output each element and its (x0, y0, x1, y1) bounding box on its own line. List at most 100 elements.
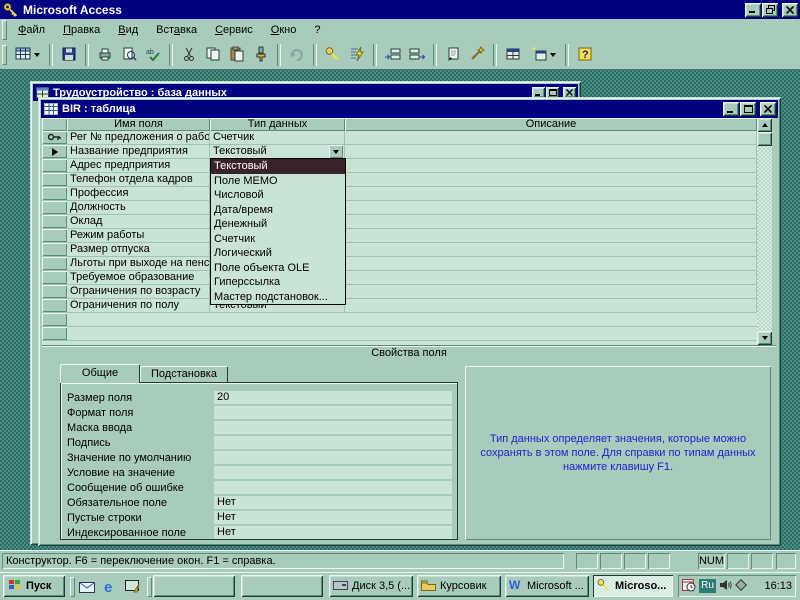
data-type-option[interactable]: Текстовый (211, 159, 345, 174)
field-description-cell[interactable] (345, 229, 757, 242)
property-allow-zero-length[interactable]: Нет (214, 511, 452, 524)
tray-status-icon[interactable] (735, 579, 747, 594)
database-window-button[interactable] (501, 43, 525, 67)
column-header-type[interactable]: Тип данных (210, 118, 345, 131)
field-name-cell[interactable]: Оклад (67, 215, 210, 228)
menu-insert[interactable]: Вставка (147, 20, 206, 40)
scrollbar-thumb[interactable] (757, 132, 772, 146)
data-type-option[interactable]: Поле объекта OLE (211, 261, 345, 276)
field-description-cell[interactable] (345, 201, 757, 214)
vertical-scrollbar[interactable] (757, 118, 772, 345)
table-minimize-button[interactable] (723, 102, 739, 116)
property-caption[interactable] (214, 436, 452, 449)
row-selector-primary-key[interactable] (42, 131, 67, 144)
field-name-cell[interactable]: Название предприятия (67, 145, 210, 158)
scroll-up-button[interactable] (757, 118, 772, 132)
toolbar-grip[interactable] (2, 45, 7, 65)
row-selector[interactable] (42, 229, 67, 242)
field-description-cell[interactable] (345, 285, 757, 298)
field-description-cell[interactable] (345, 131, 757, 144)
app-titlebar[interactable]: Microsoft Access (0, 0, 800, 19)
data-type-dropdown-button[interactable] (329, 145, 343, 158)
field-type-cell[interactable]: Счетчик (210, 131, 345, 144)
row-selector-empty[interactable] (42, 313, 67, 326)
property-default-value[interactable] (214, 451, 452, 464)
taskbar-button-access-active[interactable]: Microso... (593, 575, 673, 597)
property-format[interactable] (214, 406, 452, 419)
cut-button[interactable] (177, 43, 201, 67)
row-selector[interactable] (42, 173, 67, 186)
field-name-cell[interactable]: Рег № предложения о работе (67, 131, 210, 144)
data-type-option[interactable]: Числовой (211, 188, 345, 203)
data-type-option[interactable]: Поле MEMO (211, 174, 345, 189)
field-name-cell[interactable]: Льготы при выходе на пенсию (67, 257, 210, 270)
property-validation-rule[interactable] (214, 466, 452, 479)
menu-file[interactable]: Файл (9, 20, 54, 40)
taskbar-button-floppy-disk[interactable]: Диск 3,5 (... (329, 575, 413, 597)
tab-general[interactable]: Общие (60, 364, 140, 383)
app-close-button[interactable] (782, 3, 798, 17)
menu-view[interactable]: Вид (109, 20, 147, 40)
field-name-cell[interactable]: Ограничения по полу (67, 299, 210, 312)
build-button[interactable] (465, 43, 489, 67)
print-button[interactable] (93, 43, 117, 67)
menubar-grip[interactable] (2, 20, 7, 40)
column-header-name[interactable]: Имя поля (67, 118, 210, 131)
field-type-combo[interactable]: Текстовый (210, 145, 345, 158)
field-name-cell[interactable]: Профессия (67, 187, 210, 200)
table-maximize-button[interactable] (740, 102, 756, 116)
spelling-button[interactable]: ab (141, 43, 165, 67)
data-type-option[interactable]: Гиперссылка (211, 275, 345, 290)
field-name-cell[interactable]: Размер отпуска (67, 243, 210, 256)
row-selector[interactable] (42, 159, 67, 172)
properties-button[interactable] (441, 43, 465, 67)
field-description-cell[interactable] (345, 257, 757, 270)
table-window-titlebar[interactable]: BIR : таблица (41, 100, 778, 118)
field-name-cell[interactable]: Требуемое образование (67, 271, 210, 284)
menu-edit[interactable]: Правка (54, 20, 109, 40)
data-type-option[interactable]: Логический (211, 246, 345, 261)
start-button[interactable]: Пуск (3, 575, 65, 597)
paste-button[interactable] (225, 43, 249, 67)
save-button[interactable] (57, 43, 81, 67)
tab-lookup[interactable]: Подстановка (140, 366, 228, 382)
field-name-cell[interactable]: Режим работы (67, 229, 210, 242)
row-selector[interactable] (42, 215, 67, 228)
field-description-cell[interactable] (345, 159, 757, 172)
indexes-button[interactable] (345, 43, 369, 67)
property-required[interactable]: Нет (214, 496, 452, 509)
taskbar-button-word[interactable]: W Microsoft ... (505, 575, 589, 597)
copy-button[interactable] (201, 43, 225, 67)
table-view-button[interactable] (9, 43, 45, 67)
column-header-description[interactable]: Описание (345, 118, 757, 131)
row-selector[interactable] (42, 271, 67, 284)
row-selector-empty[interactable] (42, 327, 67, 340)
field-description-cell[interactable] (345, 173, 757, 186)
field-description-cell[interactable] (345, 145, 757, 158)
taskbar-button-2[interactable] (241, 575, 323, 597)
table-close-button[interactable] (760, 102, 776, 116)
property-indexed[interactable]: Нет (214, 526, 452, 539)
insert-rows-button[interactable] (381, 43, 405, 67)
format-painter-button[interactable] (249, 43, 273, 67)
field-name-cell[interactable]: Должность (67, 201, 210, 214)
field-name-cell[interactable]: Адрес предприятия (67, 159, 210, 172)
delete-rows-button[interactable] (405, 43, 429, 67)
row-selector[interactable] (42, 187, 67, 200)
row-selector[interactable] (42, 285, 67, 298)
property-input-mask[interactable] (214, 421, 452, 434)
quick-launch-desktop-icon[interactable] (123, 577, 143, 597)
menu-help[interactable]: ? (305, 20, 329, 40)
clock[interactable]: 16:13 (764, 580, 792, 592)
property-field-size[interactable]: 20 (214, 391, 452, 404)
taskbar-button-folder[interactable]: Курсовик (417, 575, 501, 597)
row-selector[interactable] (42, 299, 67, 312)
undo-button[interactable] (285, 43, 309, 67)
row-selector-current[interactable] (42, 145, 67, 158)
row-selector[interactable] (42, 243, 67, 256)
data-type-option[interactable]: Денежный (211, 217, 345, 232)
row-selector[interactable] (42, 201, 67, 214)
print-preview-button[interactable] (117, 43, 141, 67)
primary-key-button[interactable] (321, 43, 345, 67)
field-description-cell[interactable] (345, 299, 757, 312)
